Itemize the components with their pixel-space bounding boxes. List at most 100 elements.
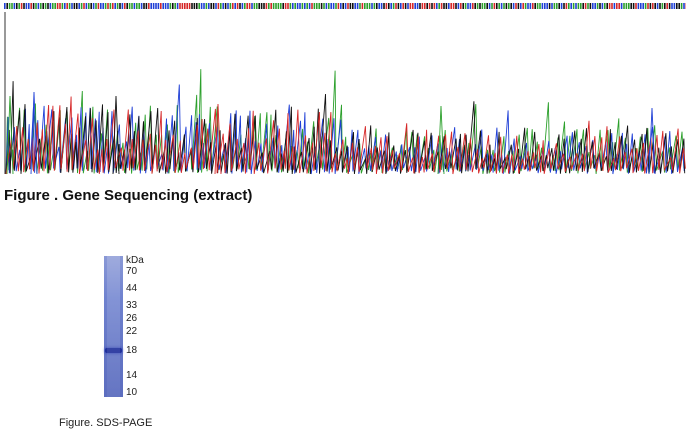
- base-call-mark: [613, 3, 616, 9]
- base-call-mark: [244, 3, 246, 9]
- base-call-mark: [500, 3, 503, 9]
- base-call-mark: [601, 3, 604, 9]
- base-call-mark: [292, 3, 294, 9]
- base-call-mark: [18, 3, 20, 9]
- base-call-mark: [541, 3, 544, 9]
- base-call-mark: [510, 3, 512, 9]
- base-call-mark: [320, 3, 323, 9]
- base-call-mark: [606, 3, 608, 9]
- base-call-mark: [32, 3, 35, 9]
- base-call-mark: [210, 3, 212, 9]
- base-call-mark: [551, 3, 553, 9]
- base-call-mark: [546, 3, 548, 9]
- base-call-mark: [676, 3, 678, 9]
- base-call-mark: [402, 3, 404, 9]
- base-call-mark: [436, 3, 438, 9]
- base-call-mark: [428, 3, 431, 9]
- base-call-mark: [568, 3, 570, 9]
- base-call-mark: [589, 3, 592, 9]
- base-call-mark: [524, 3, 527, 9]
- base-call-mark: [76, 3, 78, 9]
- base-call-mark: [421, 3, 424, 9]
- base-call-mark: [349, 3, 352, 9]
- base-call-mark: [577, 3, 580, 9]
- base-call-mark: [191, 3, 193, 9]
- base-call-mark: [505, 3, 508, 9]
- base-call-mark: [299, 3, 301, 9]
- base-call-mark: [251, 3, 253, 9]
- marker-label-14: 14: [126, 370, 138, 381]
- base-call-mark: [558, 3, 560, 9]
- base-call-mark: [395, 3, 397, 9]
- base-call-mark: [335, 3, 337, 9]
- base-call-mark: [412, 3, 414, 9]
- base-call-mark: [642, 3, 644, 9]
- base-call-mark: [311, 3, 313, 9]
- base-call-mark: [344, 3, 347, 9]
- base-call-mark: [275, 3, 277, 9]
- base-call-mark: [419, 3, 421, 9]
- base-call-mark: [85, 3, 88, 9]
- base-call-mark: [59, 3, 61, 9]
- base-call-mark: [611, 3, 613, 9]
- base-call-mark: [272, 3, 275, 9]
- base-call-mark: [44, 3, 47, 9]
- base-call-mark: [457, 3, 460, 9]
- base-call-mark: [462, 3, 464, 9]
- base-call-mark: [136, 3, 138, 9]
- sequencing-caption: Figure . Gene Sequencing (extract): [4, 187, 253, 204]
- marker-label-33: 33: [126, 300, 138, 311]
- base-call-mark: [373, 3, 376, 9]
- base-call-mark: [340, 3, 342, 9]
- base-call-mark: [388, 3, 390, 9]
- base-call-mark: [671, 3, 673, 9]
- base-call-mark: [162, 3, 164, 9]
- base-call-mark: [488, 3, 491, 9]
- base-call-mark: [167, 3, 169, 9]
- base-call-mark: [258, 3, 260, 9]
- base-call-mark: [172, 3, 174, 9]
- base-call-mark: [452, 3, 455, 9]
- base-call-mark: [666, 3, 668, 9]
- base-call-mark: [203, 3, 205, 9]
- base-call-mark: [220, 3, 222, 9]
- base-call-mark: [652, 3, 654, 9]
- base-call-mark: [400, 3, 402, 9]
- base-call-mark: [515, 3, 517, 9]
- base-call-mark: [40, 3, 42, 9]
- base-call-mark: [140, 3, 143, 9]
- base-call-mark: [20, 3, 23, 9]
- base-call-mark: [152, 3, 155, 9]
- base-call-mark: [25, 3, 28, 9]
- base-call-mark: [164, 3, 167, 9]
- base-call-mark: [503, 3, 505, 9]
- base-call-mark: [337, 3, 340, 9]
- base-call-mark: [306, 3, 308, 9]
- base-call-mark: [282, 3, 284, 9]
- base-call-mark: [544, 3, 546, 9]
- base-call-mark: [121, 3, 124, 9]
- base-call-mark: [328, 3, 330, 9]
- base-call-mark: [498, 3, 500, 9]
- base-call-mark: [215, 3, 217, 9]
- base-call-mark: [616, 3, 618, 9]
- base-call-mark: [155, 3, 157, 9]
- marker-label-26: 26: [126, 313, 138, 324]
- base-call-mark: [476, 3, 479, 9]
- base-call-mark: [280, 3, 282, 9]
- base-call-strip: [4, 3, 686, 9]
- base-call-mark: [143, 3, 145, 9]
- base-call-mark: [289, 3, 292, 9]
- base-call-mark: [80, 3, 83, 9]
- base-call-mark: [659, 3, 661, 9]
- base-call-mark: [359, 3, 361, 9]
- base-call-mark: [623, 3, 625, 9]
- marker-label-44: 44: [126, 283, 138, 294]
- base-call-mark: [265, 3, 268, 9]
- base-call-mark: [529, 3, 532, 9]
- base-call-mark: [133, 3, 136, 9]
- base-call-mark: [512, 3, 515, 9]
- base-call-mark: [640, 3, 642, 9]
- base-call-mark: [246, 3, 248, 9]
- base-call-mark: [508, 3, 510, 9]
